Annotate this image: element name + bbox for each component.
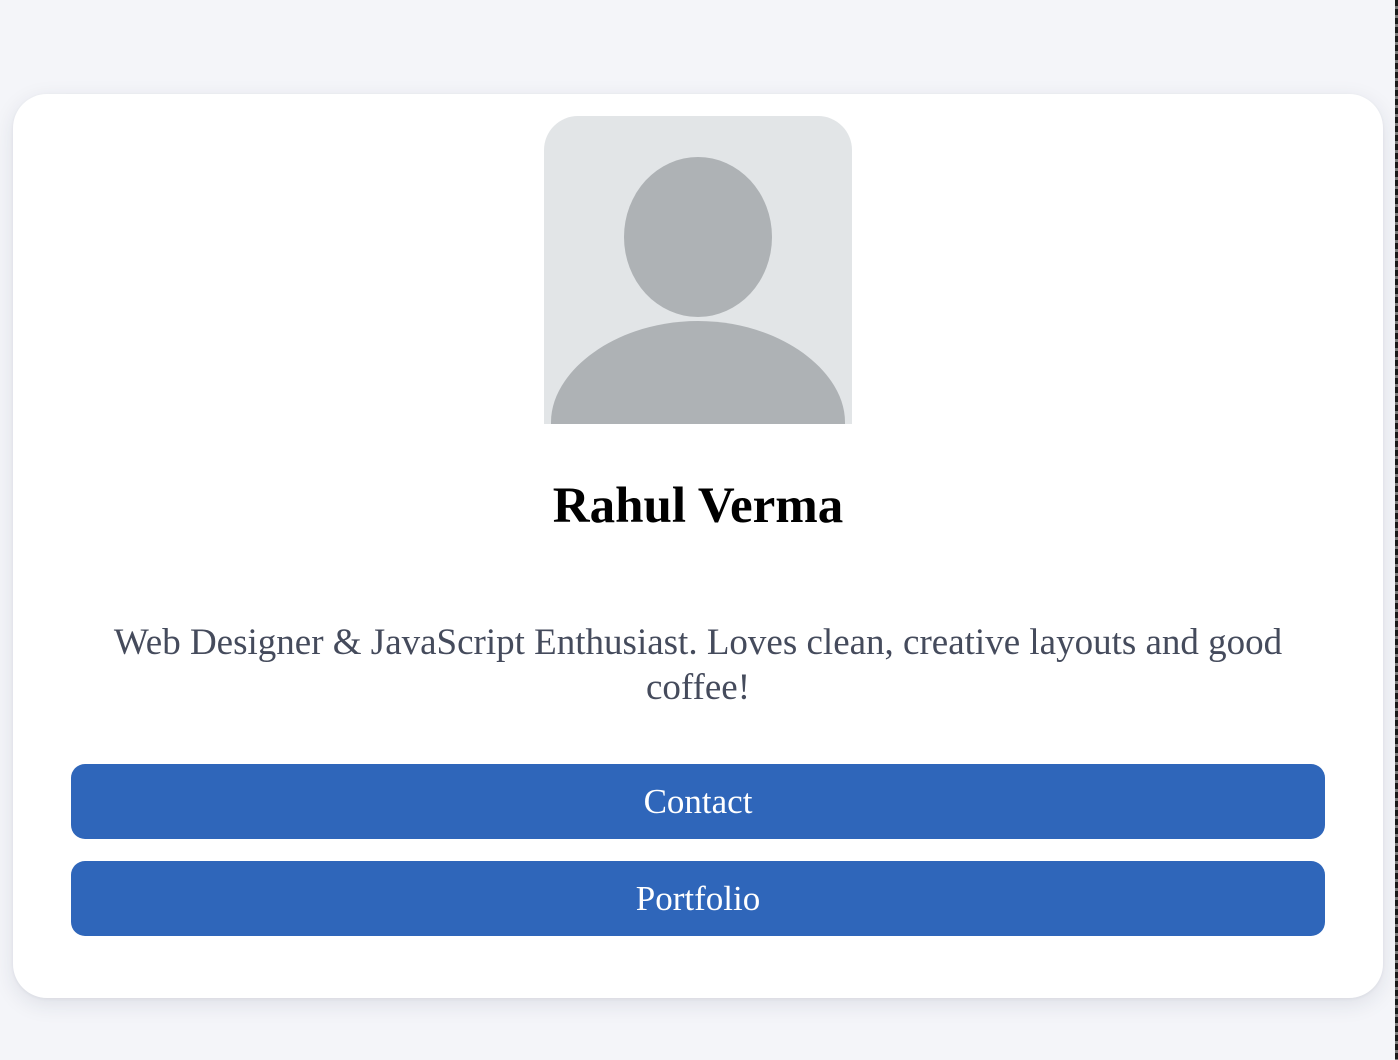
profile-bio: Web Designer & JavaScript Enthusiast. Lo… [113,622,1283,708]
profile-name: Rahul Verma [552,478,844,534]
portfolio-button[interactable]: Portfolio [71,861,1325,936]
contact-button[interactable]: Contact [71,764,1325,839]
user-silhouette-icon [551,157,845,424]
profile-card: Rahul Verma Web Designer & JavaScript En… [13,94,1383,998]
avatar [544,116,852,424]
